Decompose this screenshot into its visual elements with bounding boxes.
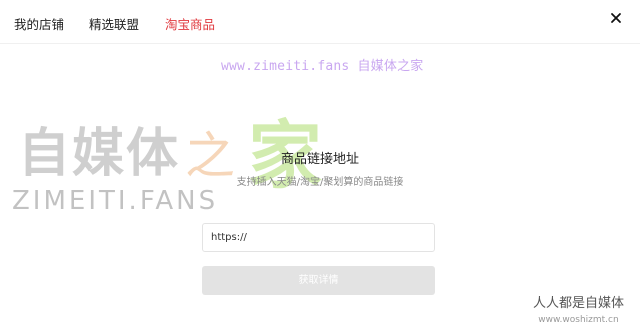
- watermark-logo-domain: ZIMEITI.FANS: [12, 186, 219, 216]
- tab-taobao-products[interactable]: 淘宝商品: [165, 17, 215, 33]
- tab-bar: 我的店铺 精选联盟 淘宝商品: [0, 0, 640, 44]
- close-icon[interactable]: [608, 10, 624, 26]
- corner-watermark: 人人都是自媒体 www.woshizmt.cn: [533, 296, 624, 326]
- get-details-button[interactable]: 获取详情: [202, 266, 435, 295]
- watermark-url-text: www.zimeiti.fans: [221, 59, 350, 74]
- page-title: 商品链接地址: [280, 152, 359, 167]
- tab-my-store[interactable]: 我的店铺: [14, 17, 64, 33]
- corner-watermark-url: www.woshizmt.cn: [538, 315, 619, 325]
- page-subtitle: 支持插入天猫/淘宝/聚划算的商品链接: [236, 177, 404, 188]
- product-link-input[interactable]: [202, 223, 435, 252]
- watermark-url-cn: 自媒体之家: [357, 59, 424, 74]
- tab-selected-alliance[interactable]: 精选联盟: [89, 17, 139, 33]
- corner-watermark-title: 人人都是自媒体: [532, 296, 624, 311]
- watermark-url: www.zimeiti.fans 自媒体之家: [221, 55, 423, 74]
